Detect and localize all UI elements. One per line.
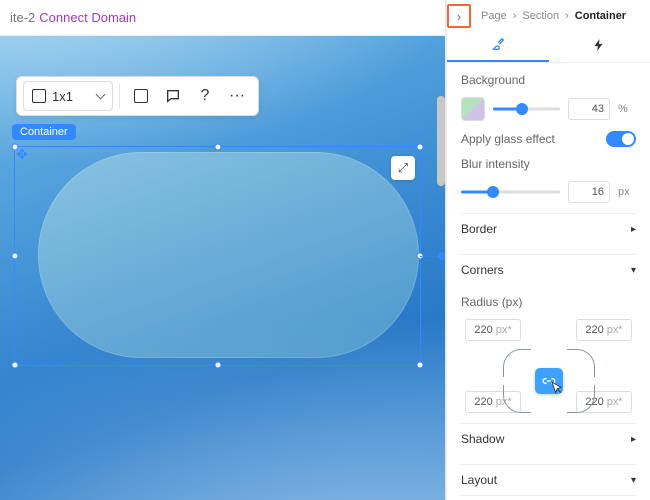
chevron-down-icon: ▾ xyxy=(631,475,636,486)
blur-label: Blur intensity xyxy=(461,157,636,171)
border-label: Border xyxy=(461,222,497,236)
tab-design[interactable] xyxy=(447,28,549,62)
grid-layout-dropdown[interactable]: 1x1 xyxy=(23,81,113,111)
background-label: Background xyxy=(461,73,636,87)
blur-intensity-slider[interactable] xyxy=(461,185,560,199)
connect-domain-link[interactable]: Connect Domain xyxy=(39,10,136,25)
selection-label: Container xyxy=(12,124,76,140)
breadcrumb-section[interactable]: Section xyxy=(522,10,559,22)
breadcrumb: Page › Section › Container xyxy=(447,0,650,28)
help-button[interactable]: ? xyxy=(190,81,220,111)
resize-handle-ml[interactable] xyxy=(12,253,19,260)
glass-effect-label: Apply glass effect xyxy=(461,132,555,146)
collapse-sidebar-button[interactable]: › xyxy=(447,4,471,28)
resize-handle-tr[interactable] xyxy=(417,144,424,151)
selection-frame[interactable]: Container ✥ ⤢ xyxy=(14,146,421,366)
chevron-right-icon: › xyxy=(513,10,517,22)
resize-handle-bm[interactable] xyxy=(214,362,221,369)
resize-handle-tl[interactable] xyxy=(12,144,19,151)
resize-handle-br[interactable] xyxy=(417,362,424,369)
radius-top-right-input[interactable]: 220px* xyxy=(576,319,632,341)
design-panel: Background 43 % Apply glass effect Blur … xyxy=(447,63,650,500)
radius-label: Radius (px) xyxy=(461,295,636,309)
canvas[interactable]: 1x1 ? ··· Container ✥ ⤢ xyxy=(0,36,445,500)
background-opacity-slider[interactable] xyxy=(493,102,560,116)
more-button[interactable]: ··· xyxy=(222,81,252,111)
grid-icon xyxy=(32,89,46,103)
corners-section[interactable]: Corners ▾ xyxy=(461,254,636,285)
guide-anchor-dot[interactable] xyxy=(438,252,445,260)
chevron-down-icon: ▾ xyxy=(631,265,636,276)
inspector-tabs xyxy=(447,28,650,63)
background-opacity-input[interactable]: 43 xyxy=(568,98,610,120)
element-toolbar: 1x1 ? ··· xyxy=(16,76,259,116)
chevron-right-icon: › xyxy=(565,10,569,22)
inspector-sidebar: › Page › Section › Container Background xyxy=(446,0,650,500)
blur-intensity-unit: px xyxy=(618,186,636,198)
site-name-fragment: ite-2 xyxy=(10,10,35,25)
layout-label: Layout xyxy=(461,473,497,487)
layout-section[interactable]: Layout ▾ xyxy=(461,464,636,496)
tab-actions[interactable] xyxy=(549,28,650,62)
stretch-button[interactable] xyxy=(126,81,156,111)
link-icon xyxy=(542,374,556,388)
selection-box xyxy=(14,146,421,366)
resize-handle-bl[interactable] xyxy=(12,362,19,369)
glass-effect-toggle[interactable] xyxy=(606,131,636,147)
radius-top-left-input[interactable]: 220px* xyxy=(465,319,521,341)
resize-handle-tm[interactable] xyxy=(214,144,221,151)
chevron-right-icon: ▸ xyxy=(631,434,636,445)
shadow-label: Shadow xyxy=(461,432,504,446)
radius-preview-shape xyxy=(503,349,595,413)
background-pattern-swatch[interactable] xyxy=(461,97,485,121)
corner-radius-control: 220px* 220px* 220px* 220px* xyxy=(461,319,636,413)
brush-icon xyxy=(490,36,506,52)
link-corners-button[interactable] xyxy=(535,368,563,394)
comments-button[interactable] xyxy=(158,81,188,111)
editor-topbar: ite-2 Connect Domain xyxy=(0,0,445,36)
chevron-right-icon: ▸ xyxy=(631,224,636,235)
editor-pane: ite-2 Connect Domain 1x1 ? ··· Contai xyxy=(0,0,446,500)
background-opacity-unit: % xyxy=(618,103,636,115)
blur-intensity-input[interactable]: 16 xyxy=(568,181,610,203)
canvas-scrollbar[interactable] xyxy=(437,96,445,186)
breadcrumb-page[interactable]: Page xyxy=(481,10,507,22)
grid-layout-label: 1x1 xyxy=(52,89,73,104)
breadcrumb-container: Container xyxy=(575,10,626,22)
corners-label: Corners xyxy=(461,263,504,277)
shadow-section[interactable]: Shadow ▸ xyxy=(461,423,636,454)
lightning-icon xyxy=(592,38,606,52)
border-section[interactable]: Border ▸ xyxy=(461,213,636,244)
